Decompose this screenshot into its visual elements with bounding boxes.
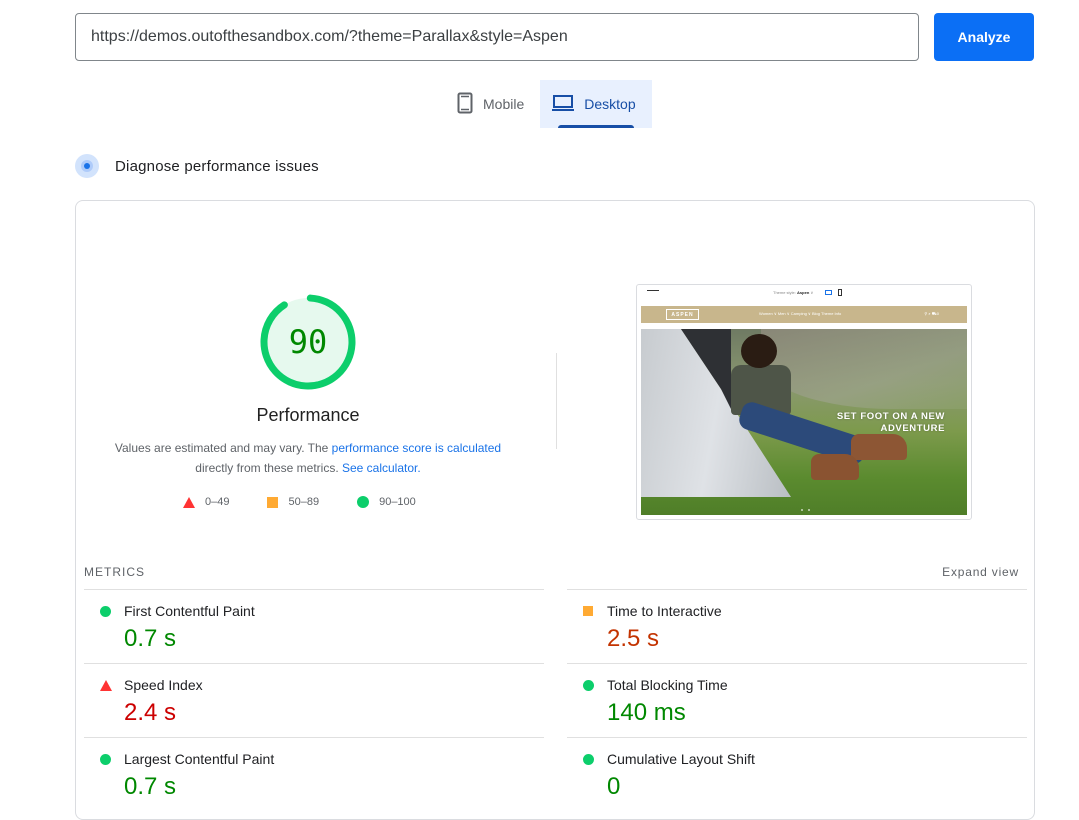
phone-icon [838,289,842,296]
hill-shape [761,329,967,409]
metric-row: Time to Interactive 2.5 s [567,589,1027,663]
tab-mobile-label: Mobile [483,96,525,112]
hero-headline: SET FOOT ON A NEW ADVENTURE [836,411,945,434]
performance-description: Values are estimated and may vary. The p… [108,438,508,478]
triangle-icon [183,496,195,508]
monitor-icon [825,290,832,295]
metric-value: 2.4 s [124,699,177,726]
score-legend: 0–49 50–89 90–100 [183,496,454,508]
pass-circle-icon [583,754,594,765]
site-nav-bar: ASPEN Women ∨ Men ∨ Camping ∨ Blog Theme… [641,306,967,323]
metric-name: Largest Contentful Paint [124,751,275,767]
metric-row: Cumulative Layout Shift 0 [567,737,1027,811]
circle-icon [357,496,370,508]
metric-name: Time to Interactive [607,603,722,619]
performance-gauge: 90 [258,292,358,392]
tab-desktop[interactable]: Desktop [540,80,652,128]
legend-average-range: 50–89 [288,496,320,508]
url-row: Analyze [75,13,1034,61]
see-calculator-link[interactable]: See calculator. [342,461,421,475]
page-screenshot-thumbnail: Theme style: Aspen ∨ ASPEN Women ∨ Men ∨… [636,284,972,520]
performance-score: 90 [288,323,328,361]
desc-middle: directly from these metrics. [195,461,342,475]
device-tabs: Mobile Desktop [445,80,652,128]
metric-name: Cumulative Layout Shift [607,751,755,767]
performance-title: Performance [256,405,360,425]
diagnose-header: Diagnose performance issues [75,154,319,178]
phone-icon [457,92,473,117]
site-nav-icons: ⚲ ⌕ ⛟0 [924,311,939,316]
performance-card: 90 Performance Values are estimated and … [75,200,1035,820]
metrics-right-column: Time to Interactive 2.5 s Total Blocking… [567,589,1027,811]
lighthouse-radar-icon [75,154,99,178]
site-logo [647,290,659,298]
laptop-icon [552,94,575,114]
metric-value: 0.7 s [124,773,177,800]
metric-value: 2.5 s [607,625,660,652]
metric-value: 0 [607,773,621,800]
metrics-header: METRICS Expand view [84,565,1019,579]
theme-style-selector: Theme style: Aspen ∨ [773,290,814,295]
pass-circle-icon [100,606,111,617]
site-brand: ASPEN [666,309,699,320]
metric-name: Speed Index [124,677,203,693]
legend-average: 50–89 [267,496,319,508]
pass-circle-icon [100,754,111,765]
carousel-dots [801,509,810,511]
boot-shape [811,454,859,480]
vertical-divider [556,353,557,449]
metric-row: Largest Contentful Paint 0.7 s [84,737,544,811]
diagnose-title: Diagnose performance issues [115,157,319,175]
hero-image: SET FOOT ON A NEW ADVENTURE [641,329,967,515]
desc-prefix: Values are estimated and may vary. The [114,441,332,455]
metric-row: Total Blocking Time 140 ms [567,663,1027,737]
metric-value: 140 ms [607,699,686,726]
metrics-heading: METRICS [84,565,145,579]
fail-triangle-icon [100,680,112,691]
person-head [741,334,777,368]
legend-pass: 90–100 [357,496,416,508]
url-input[interactable] [75,13,919,61]
metric-row: Speed Index 2.4 s [84,663,544,737]
performance-score-link[interactable]: performance score is calculated [332,441,501,455]
tab-desktop-label: Desktop [584,96,636,112]
metric-value: 0.7 s [124,625,177,652]
boot-shape [851,434,907,460]
average-square-icon [583,606,593,616]
analyze-button[interactable]: Analyze [934,13,1034,61]
legend-pass-range: 90–100 [379,496,416,508]
legend-fail: 0–49 [183,496,229,508]
legend-fail-range: 0–49 [205,496,230,508]
metric-name: First Contentful Paint [124,603,255,619]
square-icon [267,496,279,508]
metric-row: First Contentful Paint 0.7 s [84,589,544,663]
metric-name: Total Blocking Time [607,677,728,693]
expand-view-button[interactable]: Expand view [942,565,1019,579]
metrics-left-column: First Contentful Paint 0.7 s Speed Index… [84,589,544,811]
tab-mobile[interactable]: Mobile [445,80,540,128]
site-menu: Women ∨ Men ∨ Camping ∨ Blog Theme Info [759,311,842,316]
pass-circle-icon [583,680,594,691]
